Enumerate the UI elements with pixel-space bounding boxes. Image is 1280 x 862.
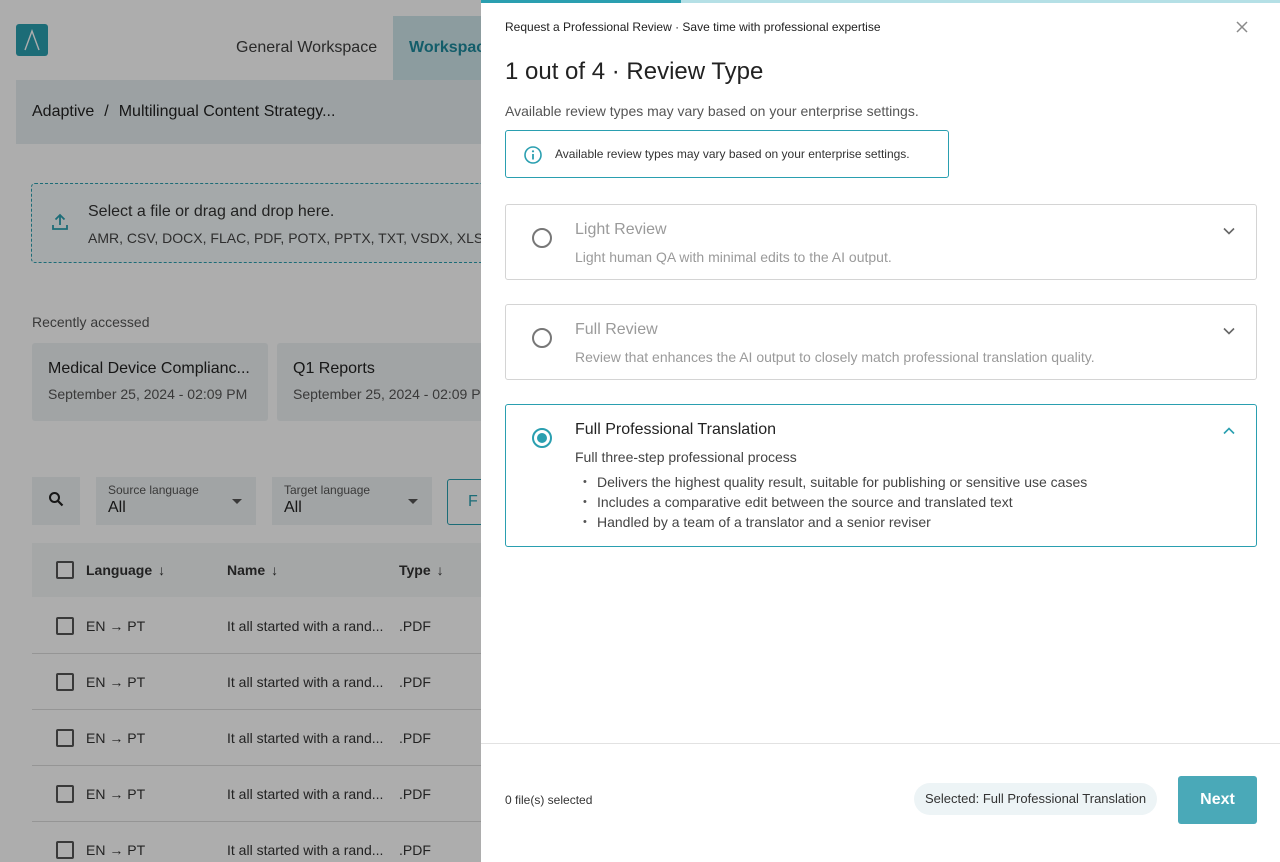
files-selected-count: 0 file(s) selected (505, 793, 593, 807)
radio-button[interactable] (532, 228, 552, 248)
option-feature-item: Handled by a team of a translator and a … (583, 512, 1087, 532)
close-button[interactable] (1232, 17, 1252, 37)
review-option-full-professional-translation[interactable]: Full Professional Translation Full three… (505, 404, 1257, 547)
footer-divider (481, 743, 1280, 744)
option-title: Full Professional Translation (575, 421, 776, 438)
chevron-up-icon[interactable] (1222, 424, 1236, 443)
option-description: Light human QA with minimal edits to the… (575, 249, 892, 265)
review-option-full[interactable]: Full Review Review that enhances the AI … (505, 304, 1257, 380)
option-description: Review that enhances the AI output to cl… (575, 349, 1095, 365)
drawer-header: Request a Professional Review · Save tim… (505, 20, 881, 34)
close-icon (1232, 21, 1252, 41)
step-subtitle: Available review types may vary based on… (505, 103, 919, 119)
step-progress-bar (481, 0, 1280, 3)
radio-button-selected[interactable] (532, 428, 552, 448)
info-icon (523, 145, 543, 170)
review-option-light[interactable]: Light Review Light human QA with minimal… (505, 204, 1257, 280)
option-feature-item: Delivers the highest quality result, sui… (583, 472, 1087, 492)
option-description: Full three-step professional process (575, 449, 797, 465)
selected-review-chip: Selected: Full Professional Translation (914, 783, 1158, 815)
chevron-down-icon[interactable] (1222, 224, 1236, 243)
option-title: Light Review (575, 221, 667, 238)
option-title: Full Review (575, 321, 658, 338)
review-request-drawer: Request a Professional Review · Save tim… (481, 0, 1280, 862)
step-progress-fill (481, 0, 681, 3)
option-feature-list: Delivers the highest quality result, sui… (583, 472, 1087, 532)
info-banner-text: Available review types may vary based on… (555, 147, 910, 161)
option-feature-item: Includes a comparative edit between the … (583, 492, 1087, 512)
radio-button[interactable] (532, 328, 552, 348)
next-button[interactable]: Next (1178, 776, 1257, 824)
info-banner: Available review types may vary based on… (505, 130, 949, 178)
chevron-down-icon[interactable] (1222, 324, 1236, 343)
step-title: 1 out of 4 · Review Type (505, 58, 764, 85)
